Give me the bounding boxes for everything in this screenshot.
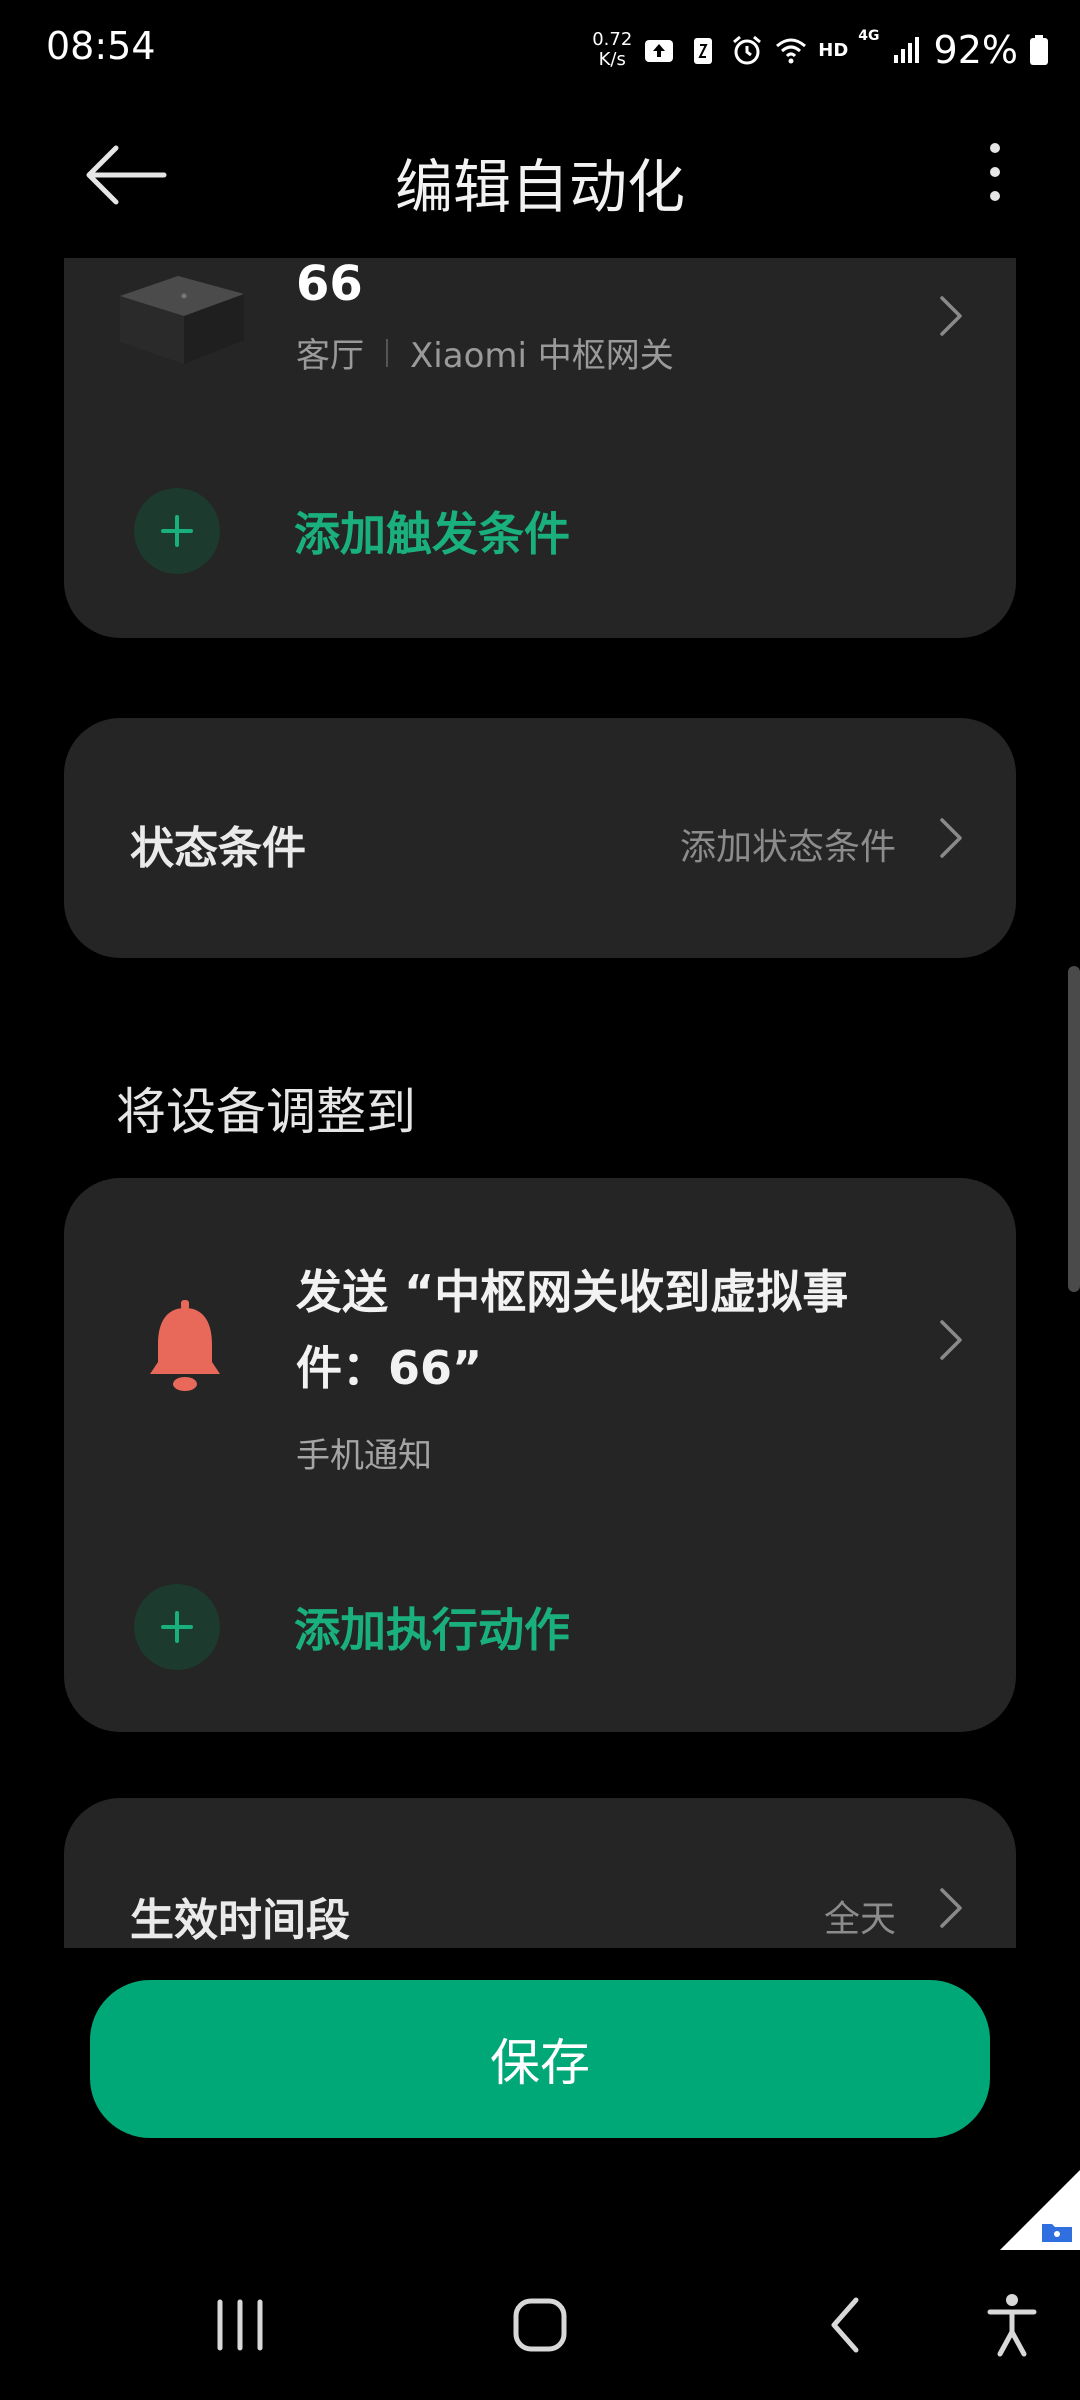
more-options-icon[interactable]	[960, 138, 1030, 208]
action-card: 发送 “中枢网关收到虚拟事件：66” 手机通知 添加执行动作	[64, 1178, 1016, 1732]
top-app-bar: 编辑自动化	[0, 120, 1080, 230]
battery-icon	[1030, 35, 1048, 65]
trigger-card: 66 客厅 Xiaomi 中枢网关 添加触发条件	[64, 258, 1016, 638]
action-row[interactable]: 发送 “中枢网关收到虚拟事件：66” 手机通知	[64, 1178, 1016, 1508]
add-trigger-button[interactable]: 添加触发条件	[134, 486, 570, 576]
trigger-device-row[interactable]: 66 客厅 Xiaomi 中枢网关	[64, 258, 1016, 428]
network-speed: 0.72 K/s	[592, 30, 632, 70]
scrollbar-thumb[interactable]	[1068, 966, 1080, 1292]
effective-time-card[interactable]: 生效时间段 全天	[64, 1798, 1016, 1948]
back-nav-icon[interactable]	[804, 2290, 884, 2360]
home-icon[interactable]	[500, 2290, 580, 2360]
status-icons: 0.72 K/s HD 4G 92%	[592, 22, 1050, 78]
action-title: 发送 “中枢网关收到虚拟事件：66”	[296, 1265, 849, 1395]
chevron-right-icon	[940, 1888, 962, 1928]
meta-divider	[386, 338, 388, 367]
action-section-label: 将设备调整到	[116, 1083, 416, 1141]
network-speed-value: 0.72	[592, 29, 633, 50]
state-condition-title: 状态条件	[130, 823, 306, 874]
wifi-icon	[776, 38, 807, 64]
action-subtitle: 手机通知	[296, 1436, 432, 1476]
gateway-device-image	[120, 276, 244, 364]
network-speed-unit: K/s	[598, 49, 626, 70]
content-scroll-area[interactable]: 66 客厅 Xiaomi 中枢网关 添加触发条件 状态条件 添加状态条件 将设备…	[0, 258, 1080, 1948]
add-action-button[interactable]: 添加执行动作	[134, 1582, 570, 1672]
state-condition-card[interactable]: 状态条件 添加状态条件	[64, 718, 1016, 958]
save-button-label: 保存	[490, 2035, 590, 2091]
device-meta: 客厅 Xiaomi 中枢网关	[296, 328, 674, 377]
recent-apps-icon[interactable]	[200, 2290, 280, 2360]
secure-folder-shortcut-icon[interactable]	[1000, 2170, 1080, 2250]
device-room: 客厅	[296, 336, 364, 376]
system-navigation-bar	[0, 2250, 1080, 2400]
save-button[interactable]: 保存	[90, 1980, 990, 2138]
add-action-plus-icon	[134, 1584, 220, 1670]
page-title: 编辑自动化	[394, 153, 685, 221]
hd-label: HD	[818, 39, 849, 61]
add-trigger-label: 添加触发条件	[294, 507, 570, 561]
device-model: Xiaomi 中枢网关	[410, 336, 674, 376]
bell-icon	[150, 1300, 220, 1391]
device-name: 66	[296, 258, 363, 312]
state-condition-value: 添加状态条件	[679, 827, 896, 868]
status-time: 08:54	[46, 24, 156, 68]
alarm-icon	[733, 35, 762, 65]
effective-time-title: 生效时间段	[130, 1895, 350, 1946]
chevron-right-icon	[940, 1320, 962, 1360]
upload-notification-icon	[645, 40, 674, 62]
status-bar: 08:54 0.72 K/s HD 4G 92%	[0, 0, 1080, 100]
add-trigger-plus-icon	[134, 488, 220, 574]
effective-time-value: 全天	[823, 1899, 896, 1940]
battery-percentage: 92%	[933, 28, 1018, 72]
signal-icon	[893, 37, 919, 63]
lte-label: 4G	[858, 28, 880, 44]
clipboard-notification-icon	[694, 38, 713, 64]
add-action-label: 添加执行动作	[294, 1603, 570, 1657]
chevron-right-icon	[940, 296, 962, 336]
accessibility-icon[interactable]	[972, 2290, 1052, 2360]
chevron-right-icon	[940, 818, 962, 858]
